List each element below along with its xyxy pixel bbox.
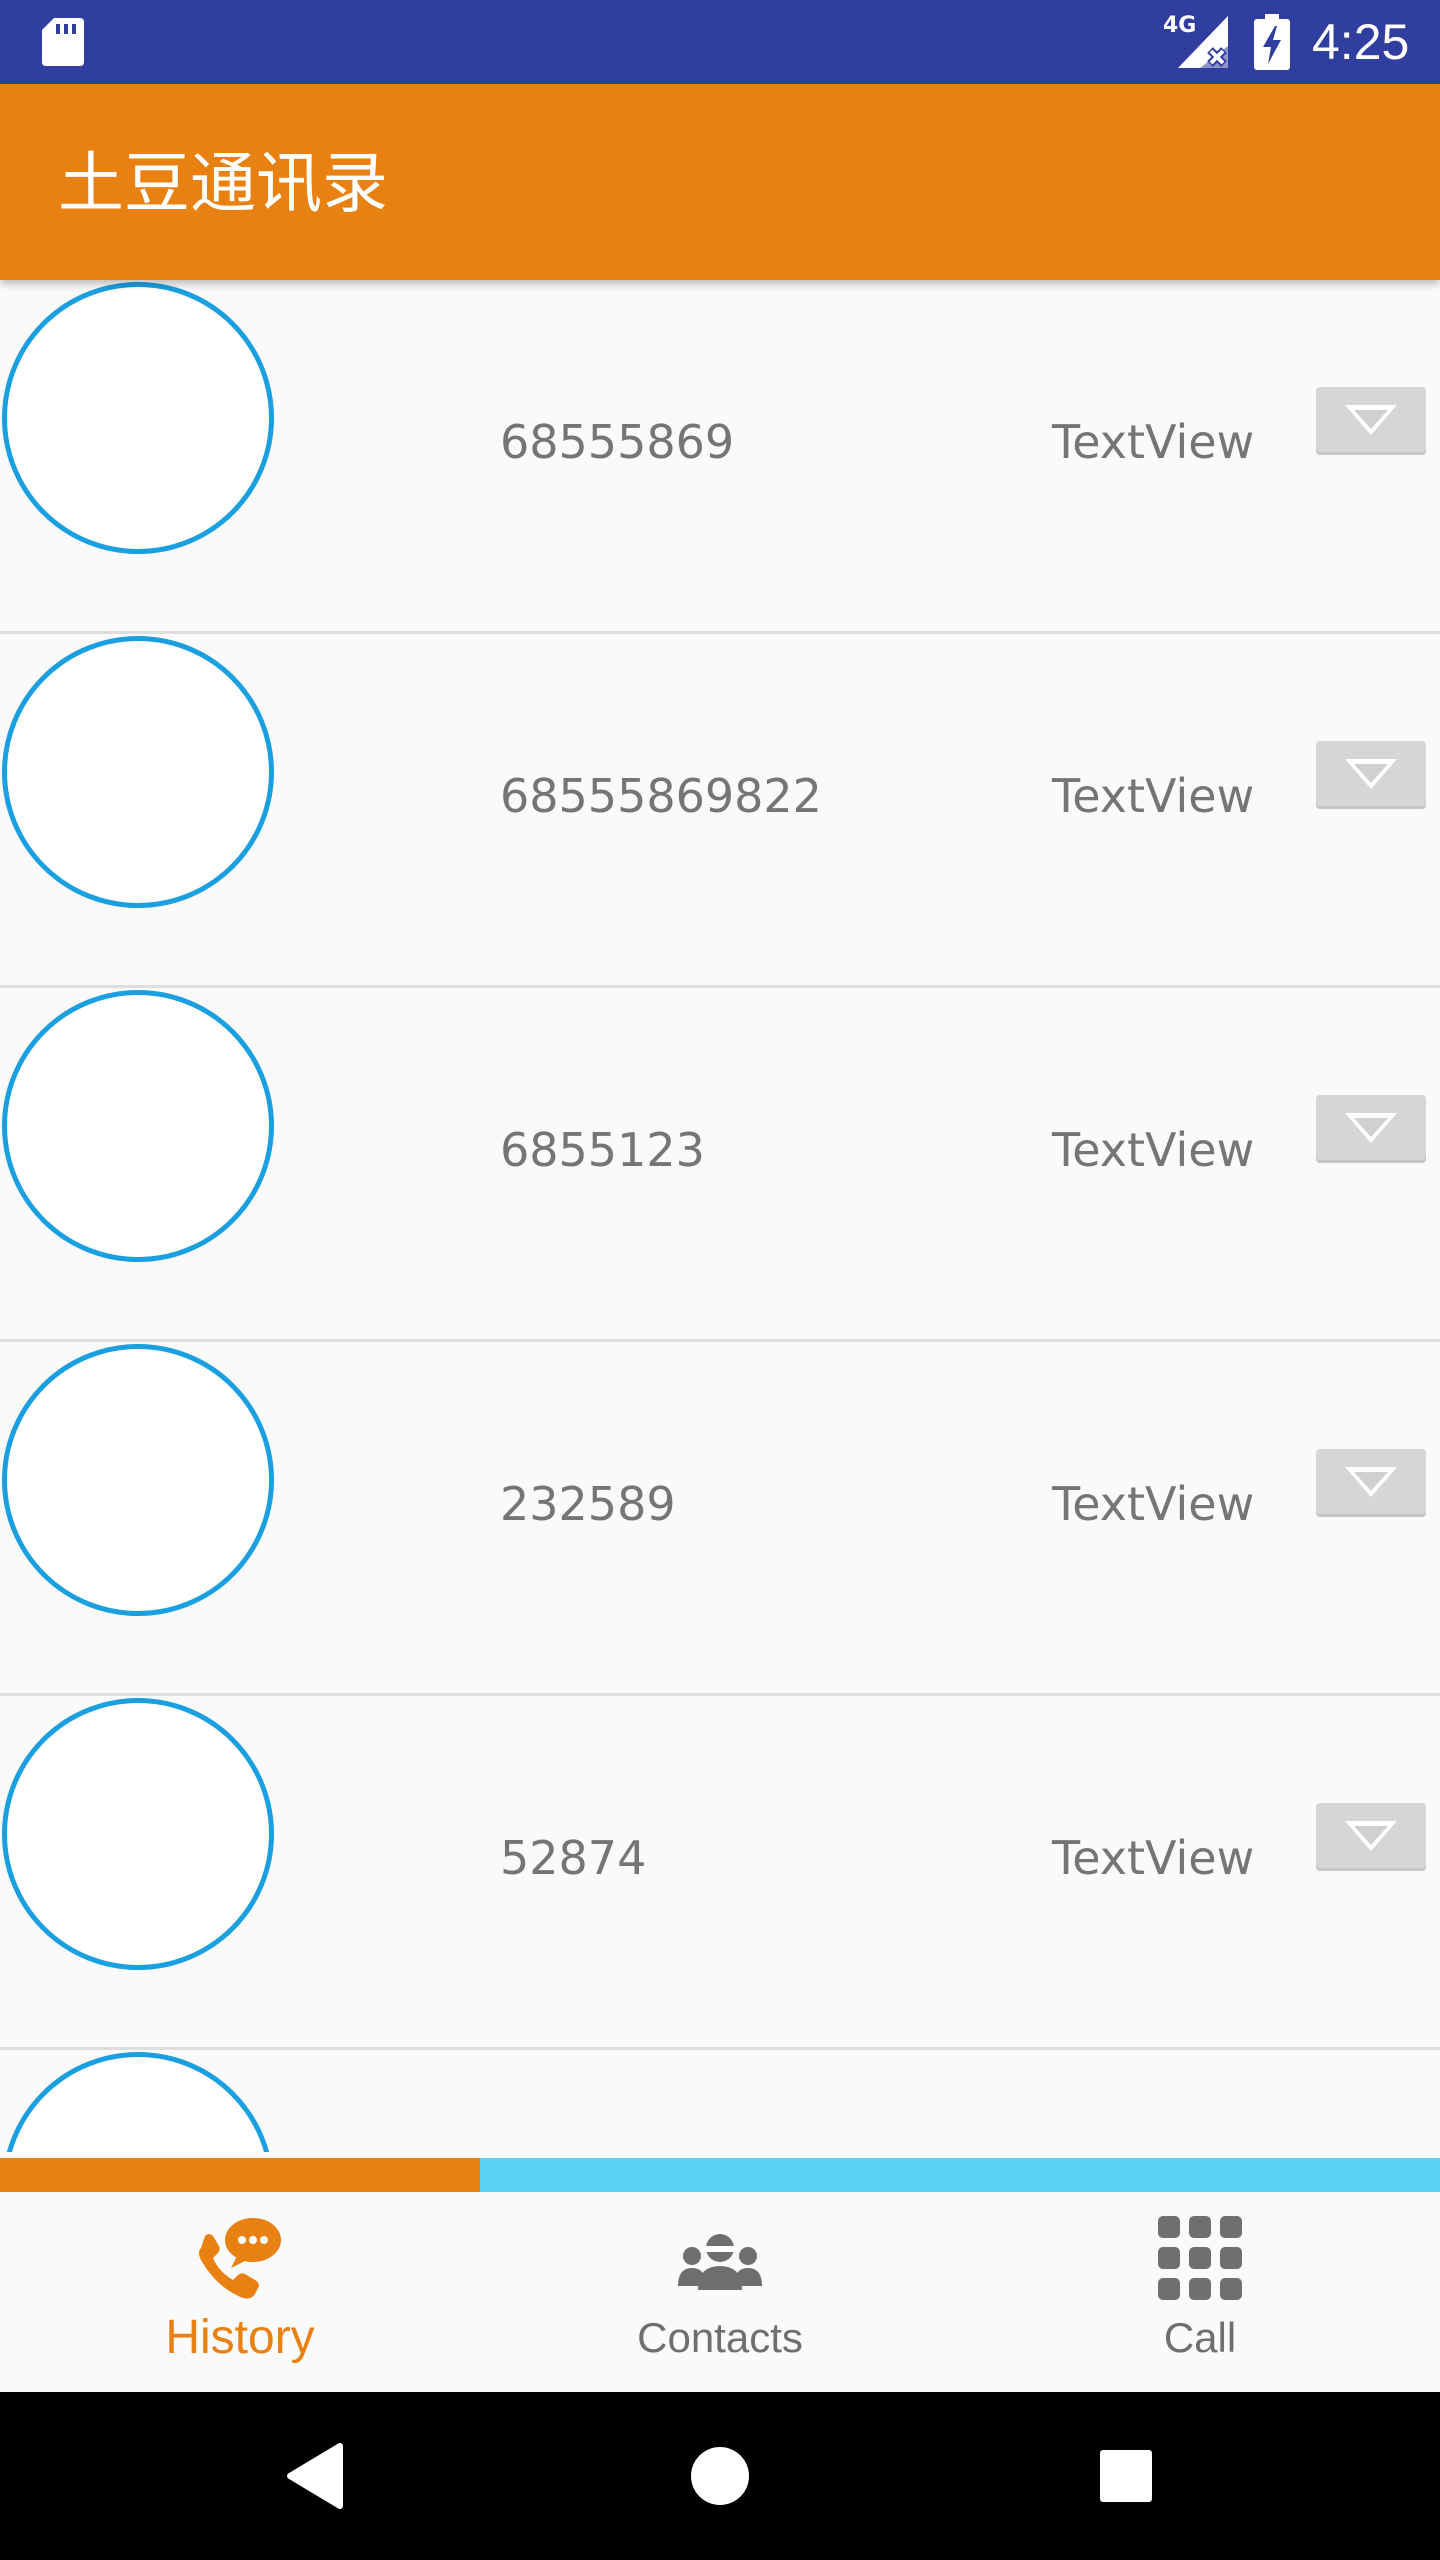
back-icon[interactable] [270, 2430, 362, 2522]
phone-chat-icon [199, 2218, 281, 2299]
tab-call-label: Call [1163, 2314, 1237, 2361]
dialpad-grid-icon [1158, 2216, 1242, 2300]
tab-contacts-label: Contacts [637, 2314, 803, 2361]
list-item[interactable] [0, 2050, 1440, 2152]
contact-label: TextView [1052, 1477, 1255, 1531]
contact-label: TextView [1052, 1831, 1255, 1885]
app-bar: 土豆通讯录 [0, 84, 1440, 280]
contact-label: TextView [1052, 1123, 1255, 1177]
app-title: 土豆通讯录 [58, 145, 388, 222]
navigation-bar [0, 2392, 1440, 2560]
tab-indicator [0, 2158, 1440, 2192]
chevron-down-icon [1345, 1113, 1397, 1143]
list-item[interactable]: 68555869822 TextView [0, 634, 1440, 988]
recents-icon[interactable] [1080, 2430, 1172, 2522]
tab-history-label: History [165, 2311, 315, 2364]
avatar[interactable] [2, 1698, 274, 1970]
list-item[interactable]: 6855123 TextView [0, 988, 1440, 1342]
avatar[interactable] [2, 636, 274, 908]
phone-number: 68555869 [500, 415, 735, 469]
avatar[interactable] [2, 990, 274, 1262]
people-group-icon [678, 2234, 762, 2290]
tab-history[interactable]: History [0, 2192, 480, 2392]
bottom-tab-bar: History Contacts Call [0, 2192, 1440, 2392]
phone-number: 6855123 [500, 1123, 705, 1177]
chevron-down-icon [1345, 1821, 1397, 1851]
contact-list[interactable]: 68555869 TextView 68555869822 TextView 6… [0, 280, 1440, 2152]
list-item[interactable]: 232589 TextView [0, 1342, 1440, 1696]
chevron-down-icon [1345, 759, 1397, 789]
screen: 4G 4:25 土豆通讯录 68555869 TextView 68555869… [0, 0, 1440, 2560]
chevron-down-icon [1345, 405, 1397, 435]
tab-call[interactable]: Call [960, 2192, 1440, 2392]
dropdown-button[interactable] [1316, 387, 1426, 455]
avatar[interactable] [2, 282, 274, 554]
dropdown-button[interactable] [1316, 1449, 1426, 1517]
dropdown-button[interactable] [1316, 741, 1426, 809]
chevron-down-icon [1345, 1467, 1397, 1497]
tab-contacts[interactable]: Contacts [480, 2192, 960, 2392]
phone-number: 232589 [500, 1477, 676, 1531]
list-item[interactable]: 52874 TextView [0, 1696, 1440, 2050]
tab-indicator-active [0, 2158, 480, 2192]
contact-label: TextView [1052, 415, 1255, 469]
home-icon[interactable] [674, 2430, 766, 2522]
clock: 4:25 [1312, 14, 1410, 70]
signal-icon [1178, 16, 1228, 68]
list-item[interactable]: 68555869 TextView [0, 280, 1440, 634]
battery-charging-icon [1254, 14, 1290, 70]
status-bar: 4G 4:25 [0, 0, 1440, 84]
phone-number: 52874 [500, 1831, 647, 1885]
contact-label: TextView [1052, 769, 1255, 823]
avatar[interactable] [2, 2052, 274, 2152]
avatar[interactable] [2, 1344, 274, 1616]
dropdown-button[interactable] [1316, 1095, 1426, 1163]
sd-card-icon [42, 18, 84, 66]
phone-number: 68555869822 [500, 769, 822, 823]
dropdown-button[interactable] [1316, 1803, 1426, 1871]
